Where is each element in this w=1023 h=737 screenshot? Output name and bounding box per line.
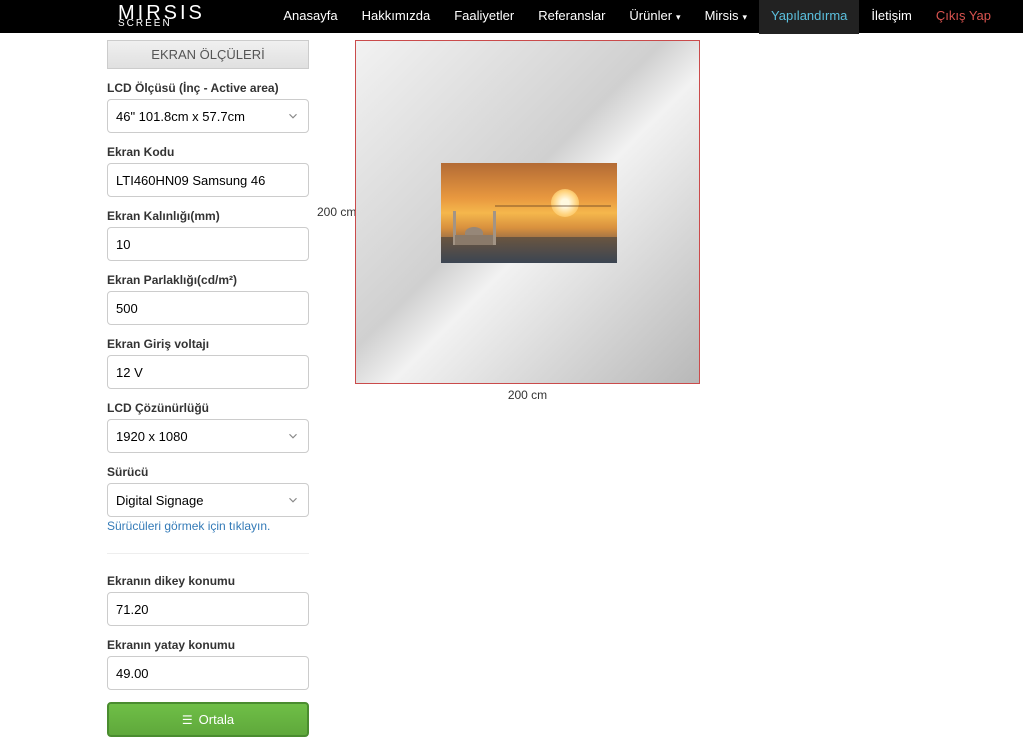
nav-hakkimizda[interactable]: Hakkımızda bbox=[350, 0, 443, 34]
kalinlik-input[interactable] bbox=[107, 227, 309, 261]
nav-faaliyetler[interactable]: Faaliyetler bbox=[442, 0, 526, 34]
canvas-width-label: 200 cm bbox=[508, 388, 547, 402]
surucu-label: Sürücü bbox=[107, 465, 309, 479]
ekran-kodu-input[interactable] bbox=[107, 163, 309, 197]
nav-cikis[interactable]: Çıkış Yap bbox=[924, 0, 1003, 34]
ekran-kodu-label: Ekran Kodu bbox=[107, 145, 309, 159]
logo-sub: SCREEN bbox=[118, 20, 205, 27]
cozunurluk-label: LCD Çözünürlüğü bbox=[107, 401, 309, 415]
yatay-label: Ekranın yatay konumu bbox=[107, 638, 309, 652]
nav-referanslar[interactable]: Referanslar bbox=[526, 0, 617, 34]
chevron-down-icon: ▾ bbox=[676, 12, 681, 22]
kalinlik-label: Ekran Kalınlığı(mm) bbox=[107, 209, 309, 223]
align-center-icon: ☰ bbox=[182, 714, 193, 726]
dikey-input[interactable] bbox=[107, 592, 309, 626]
dikey-label: Ekranın dikey konumu bbox=[107, 574, 309, 588]
surucu-select[interactable]: Digital Signage bbox=[107, 483, 309, 517]
lcd-size-select[interactable]: 46" 101.8cm x 57.7cm bbox=[107, 99, 309, 133]
voltaj-label: Ekran Giriş voltajı bbox=[107, 337, 309, 351]
canvas-area: 200 cm 200 cm bbox=[309, 40, 700, 737]
sidebar-form: EKRAN ÖLÇÜLERİ LCD Ölçüsü (İnç - Active … bbox=[107, 40, 309, 737]
lcd-size-label: LCD Ölçüsü (İnç - Active area) bbox=[107, 81, 309, 95]
chevron-down-icon: ▾ bbox=[743, 12, 748, 22]
top-navbar: MIRSIS SCREEN Anasayfa Hakkımızda Faaliy… bbox=[0, 0, 1023, 33]
nav-yapilandirma[interactable]: Yapılandırma bbox=[759, 0, 859, 34]
ortala-button[interactable]: ☰ Ortala bbox=[107, 702, 309, 737]
section-title: EKRAN ÖLÇÜLERİ bbox=[107, 40, 309, 69]
divider bbox=[107, 553, 309, 554]
nav-mirsis[interactable]: Mirsis▾ bbox=[693, 0, 759, 34]
preview-canvas[interactable] bbox=[355, 40, 700, 384]
nav-urunler[interactable]: Ürünler▾ bbox=[617, 0, 692, 34]
yatay-input[interactable] bbox=[107, 656, 309, 690]
cozunurluk-select[interactable]: 1920 x 1080 bbox=[107, 419, 309, 453]
parlaklik-label: Ekran Parlaklığı(cd/m²) bbox=[107, 273, 309, 287]
parlaklik-input[interactable] bbox=[107, 291, 309, 325]
nav-anasayfa[interactable]: Anasayfa bbox=[271, 0, 349, 34]
nav-iletisim[interactable]: İletişim bbox=[859, 0, 923, 34]
nav-links: Anasayfa Hakkımızda Faaliyetler Referans… bbox=[271, 0, 1003, 34]
surucu-link[interactable]: Sürücüleri görmek için tıklayın. bbox=[107, 519, 270, 533]
voltaj-input[interactable] bbox=[107, 355, 309, 389]
logo: MIRSIS SCREEN bbox=[118, 6, 205, 27]
canvas-height-label: 200 cm bbox=[317, 205, 356, 219]
screen-preview-image[interactable] bbox=[441, 163, 617, 263]
